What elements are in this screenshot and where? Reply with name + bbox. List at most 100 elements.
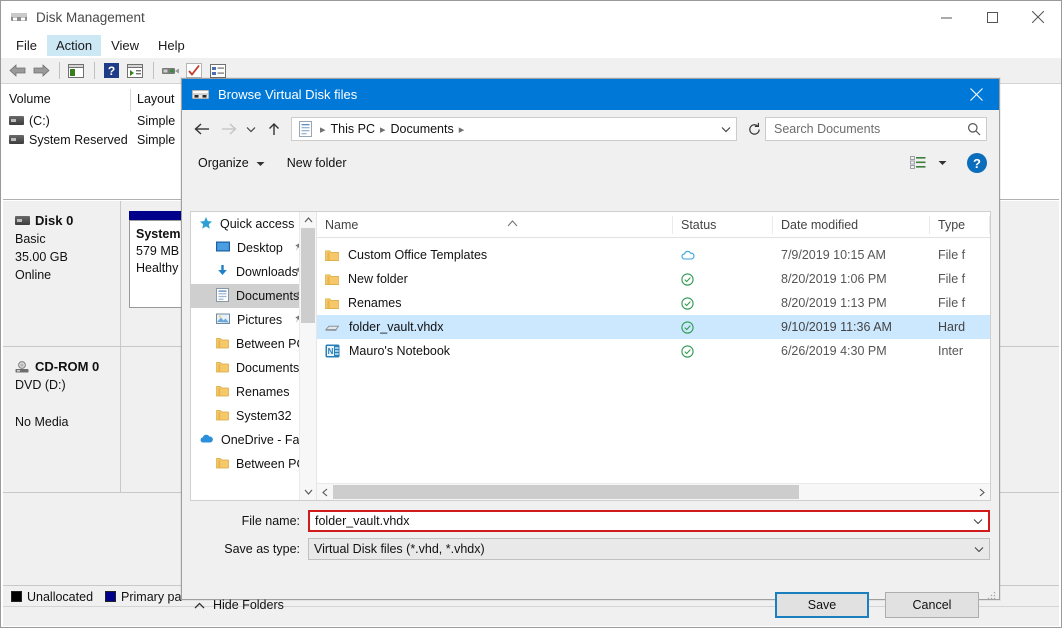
legend-unallocated: Unallocated — [11, 590, 93, 604]
maximize-icon[interactable] — [969, 1, 1015, 33]
breadcrumb-separator[interactable]: ▸ — [458, 123, 466, 136]
column-type[interactable]: Type — [930, 216, 990, 234]
nav-item-documents[interactable]: Documents — [191, 284, 316, 308]
column-volume[interactable]: Volume — [3, 89, 131, 111]
help-icon[interactable]: ? — [100, 61, 122, 81]
view-chevron-down-icon[interactable] — [934, 157, 951, 169]
folder-icon — [216, 337, 229, 352]
navigation-pane-scrollbar[interactable] — [299, 212, 316, 500]
properties-icon[interactable] — [124, 61, 146, 81]
nav-item-pictures[interactable]: Pictures — [191, 308, 316, 332]
nav-item-onedrive-family[interactable]: OneDrive - Family — [191, 428, 316, 452]
file-list-horizontal-scrollbar[interactable] — [317, 483, 990, 500]
table-row[interactable]: Renames 8/20/2019 1:13 PM File f — [317, 291, 990, 315]
column-name[interactable]: Name — [317, 216, 673, 234]
search-input[interactable] — [766, 121, 962, 137]
file-list-pane: Name Status Date modified Type — [316, 212, 990, 500]
cancel-button[interactable]: Cancel — [885, 592, 979, 618]
address-bar[interactable]: ▸ This PC ▸ Documents ▸ — [291, 117, 737, 141]
nav-item-onedrive-between-pcs[interactable]: Between PCs — [191, 452, 316, 476]
save-button[interactable]: Save — [775, 592, 869, 618]
resize-grip-icon[interactable] — [986, 587, 996, 597]
chevron-left-icon[interactable] — [317, 488, 333, 497]
rescan-disks-icon[interactable] — [159, 61, 181, 81]
file-list-header: Name Status Date modified Type — [317, 212, 990, 238]
file-name-field[interactable] — [308, 510, 990, 532]
save-as-type-select[interactable]: Virtual Disk files (*.vhd, *.vhdx) — [308, 538, 990, 560]
legend-swatch — [11, 591, 22, 602]
folder-icon — [216, 385, 229, 400]
file-status — [673, 250, 773, 260]
navigation-strip: ▸ This PC ▸ Documents ▸ — [182, 110, 999, 148]
organize-button[interactable]: Organize — [198, 156, 265, 170]
cdrom0-line-2 — [15, 396, 120, 411]
file-date: 8/20/2019 1:13 PM — [773, 296, 930, 310]
menu-file[interactable]: File — [7, 35, 46, 56]
legend-label: Unallocated — [27, 590, 93, 604]
sort-ascending-icon — [507, 216, 518, 234]
folder-icon — [325, 249, 339, 262]
nav-item-renames[interactable]: Renames — [191, 380, 316, 404]
nav-item-system32[interactable]: System32 — [191, 404, 316, 428]
column-status[interactable]: Status — [673, 216, 773, 234]
nav-item-downloads[interactable]: Downloads — [191, 260, 316, 284]
hide-folders-button[interactable]: Hide Folders — [194, 598, 284, 612]
chevron-down-icon[interactable] — [300, 484, 316, 500]
back-arrow-icon[interactable] — [6, 61, 28, 81]
close-icon[interactable] — [954, 79, 999, 110]
nav-item-quick-access[interactable]: Quick access — [191, 212, 316, 236]
chevron-up-icon — [194, 598, 205, 612]
scrollbar-thumb[interactable] — [333, 485, 799, 499]
table-row[interactable]: N Mauro's Notebook 6/26/2019 4:30 PM Int… — [317, 339, 990, 363]
help-icon[interactable]: ? — [967, 153, 987, 173]
scrollbar-thumb[interactable] — [301, 228, 315, 323]
close-icon[interactable] — [1015, 1, 1061, 33]
star-icon — [199, 216, 213, 233]
disk-management-menubar: File Action View Help — [1, 33, 1061, 57]
svg-text:N: N — [328, 347, 334, 356]
dialog-titlebar[interactable]: Browse Virtual Disk files — [182, 79, 999, 110]
refresh-icon[interactable] — [743, 117, 765, 141]
table-row[interactable]: New folder 8/20/2019 1:06 PM File f — [317, 267, 990, 291]
save-as-type-label: Save as type: — [182, 542, 308, 556]
up-arrow-icon[interactable] — [261, 116, 287, 142]
volume-name: (C:) — [29, 114, 50, 128]
breadcrumb-documents[interactable]: Documents — [387, 122, 458, 136]
menu-view[interactable]: View — [102, 35, 148, 56]
breadcrumb-this-pc[interactable]: This PC — [327, 122, 379, 136]
file-date: 7/9/2019 10:15 AM — [773, 248, 930, 262]
nav-item-between-pcs[interactable]: Between PCs — [191, 332, 316, 356]
chevron-right-icon[interactable] — [974, 488, 990, 497]
new-folder-button[interactable]: New folder — [287, 156, 347, 170]
menu-action[interactable]: Action — [47, 35, 101, 56]
file-type: File f — [930, 296, 990, 310]
forward-arrow-icon[interactable] — [30, 61, 52, 81]
chevron-up-icon[interactable] — [300, 212, 316, 228]
dialog-footer: Hide Folders Save Cancel — [182, 590, 999, 628]
column-date-modified[interactable]: Date modified — [773, 216, 930, 234]
cdrom0-line-1: DVD (D:) — [15, 378, 120, 392]
cdrom0-info: CD-ROM 0 DVD (D:) No Media — [3, 347, 121, 492]
search-box[interactable] — [765, 117, 987, 141]
minimize-icon[interactable] — [923, 1, 969, 33]
view-options-icon[interactable] — [906, 153, 930, 173]
chevron-down-icon[interactable] — [968, 518, 988, 525]
menu-help[interactable]: Help — [149, 35, 194, 56]
toolbar-separator — [94, 62, 95, 79]
nav-item-documents-folder[interactable]: Documents — [191, 356, 316, 380]
column-name-label: Name — [325, 218, 358, 232]
back-arrow-icon[interactable] — [189, 116, 215, 142]
address-chevron-down-icon[interactable] — [716, 126, 736, 133]
file-name-input[interactable] — [310, 513, 968, 529]
table-row[interactable]: Custom Office Templates 7/9/2019 10:15 A… — [317, 243, 990, 267]
nav-item-desktop[interactable]: Desktop — [191, 236, 316, 260]
forward-arrow-icon[interactable] — [215, 116, 241, 142]
chevron-down-icon[interactable] — [969, 546, 989, 553]
show-hide-console-tree-icon[interactable] — [65, 61, 87, 81]
disk0-line-2: 35.00 GB — [15, 250, 120, 264]
search-icon[interactable] — [962, 122, 986, 136]
table-row[interactable]: folder_vault.vhdx 9/10/2019 11:36 AM Har… — [317, 315, 990, 339]
file-name: folder_vault.vhdx — [349, 320, 444, 334]
file-name: Custom Office Templates — [348, 248, 487, 262]
recent-locations-chevron-down-icon[interactable] — [241, 116, 261, 142]
